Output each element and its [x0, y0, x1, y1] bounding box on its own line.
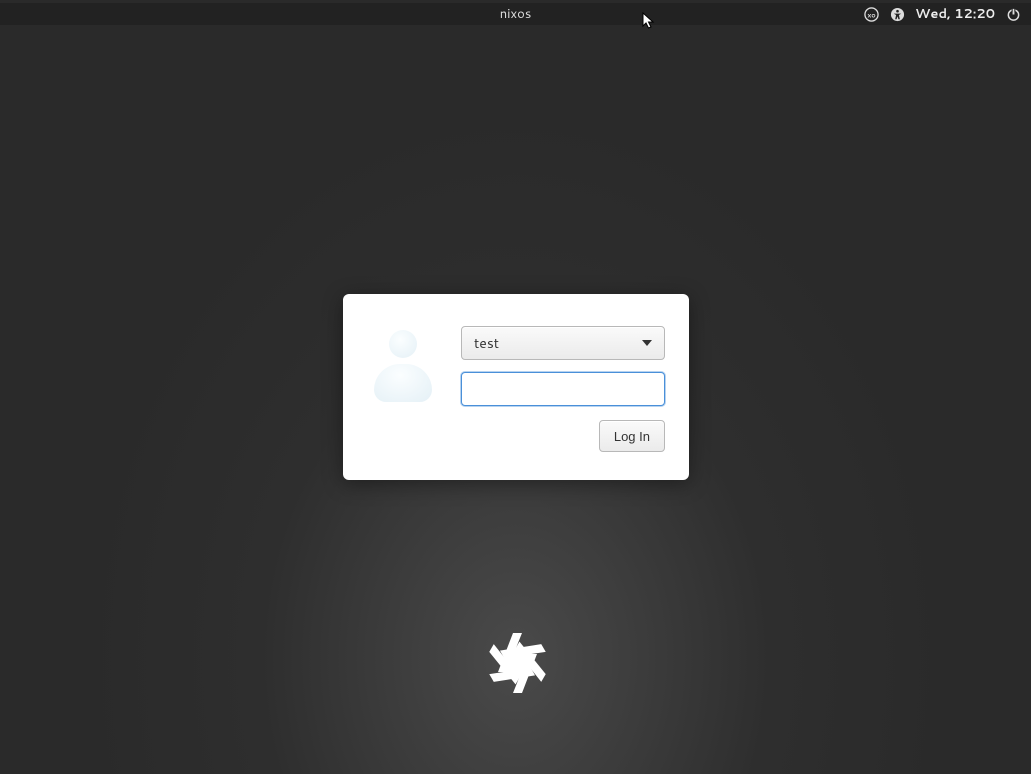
accessibility-icon[interactable]: [889, 6, 905, 22]
keyboard-layout-icon[interactable]: xo: [863, 6, 879, 22]
clock-label: Wed, 12:20: [915, 5, 995, 23]
login-form: test Log In: [461, 326, 665, 458]
top-bar: nixos xo Wed, 12:20: [0, 3, 1031, 25]
user-avatar-icon: [367, 330, 439, 402]
nixos-logo-icon: [480, 629, 555, 697]
top-bar-right: xo Wed, 12:20: [863, 5, 1031, 23]
password-input[interactable]: [461, 372, 665, 406]
user-select-value: test: [474, 333, 499, 353]
user-select-dropdown[interactable]: test: [461, 326, 665, 360]
power-icon[interactable]: [1005, 6, 1021, 22]
login-button[interactable]: Log In: [599, 420, 665, 452]
login-panel: test Log In: [343, 294, 689, 480]
chevron-down-icon: [642, 340, 652, 346]
hostname-label: nixos: [500, 5, 532, 23]
svg-text:xo: xo: [867, 11, 875, 20]
